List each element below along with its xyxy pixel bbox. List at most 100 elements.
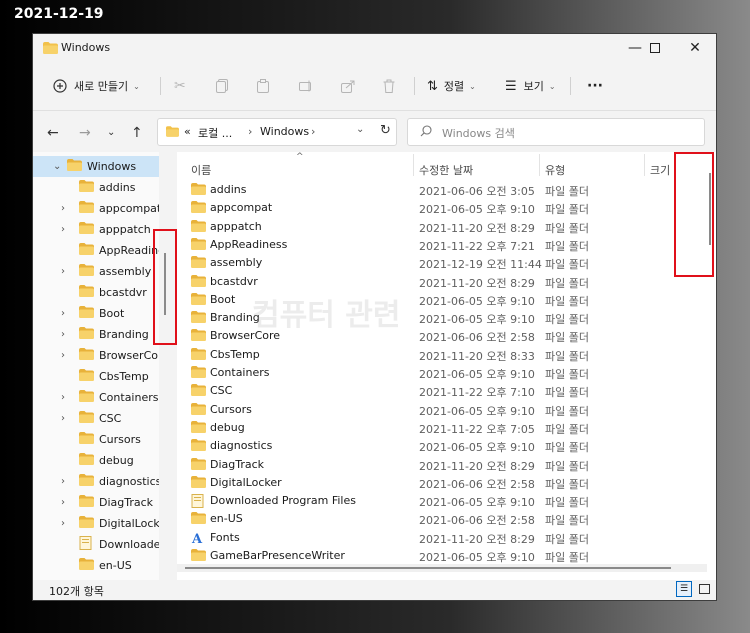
tree-item[interactable]: bcastdvr bbox=[33, 282, 159, 303]
column-header-type[interactable]: 유형 bbox=[545, 162, 565, 178]
tree-item[interactable]: Downloaded bbox=[33, 534, 159, 555]
file-name: apppatch bbox=[210, 219, 262, 233]
tree-item[interactable]: debug bbox=[33, 450, 159, 471]
tree-item[interactable]: › assembly bbox=[33, 261, 159, 282]
tree-item[interactable]: › Containers bbox=[33, 387, 159, 408]
file-row[interactable]: en-US 2021-06-06 오전 2:58 파일 폴더 bbox=[177, 510, 707, 528]
tree-item[interactable]: › DigitalLocker bbox=[33, 513, 159, 534]
folder-icon bbox=[79, 536, 93, 553]
left-pane-scrollbar-thumb[interactable] bbox=[164, 253, 166, 315]
address-overflow-button[interactable]: « bbox=[184, 125, 191, 138]
highlight-box-left-scrollbar bbox=[153, 229, 177, 345]
cut-button[interactable]: ✂ bbox=[174, 75, 186, 97]
recent-locations-chevron-icon[interactable]: ⌄ bbox=[107, 127, 115, 138]
chevron-down-icon[interactable]: ⌄ bbox=[53, 161, 61, 172]
file-row[interactable]: CbsTemp 2021-11-20 오전 8:33 파일 폴더 bbox=[177, 346, 707, 364]
horizontal-scrollbar[interactable] bbox=[177, 564, 707, 572]
address-dropdown-chevron-icon[interactable]: ⌄ bbox=[356, 124, 364, 135]
address-bar[interactable]: « 로컬 ... › Windows › ⌄ ↻ bbox=[157, 118, 397, 146]
file-row[interactable]: Cursors 2021-06-05 오후 9:10 파일 폴더 bbox=[177, 401, 707, 419]
column-divider[interactable] bbox=[644, 154, 645, 176]
file-row[interactable]: debug 2021-11-22 오후 7:05 파일 폴더 bbox=[177, 419, 707, 437]
breadcrumb-local-disk[interactable]: 로컬 ... bbox=[198, 125, 232, 141]
file-row[interactable]: AppReadiness 2021-11-22 오후 7:21 파일 폴더 bbox=[177, 236, 707, 254]
file-type: 파일 폴더 bbox=[545, 368, 589, 381]
chevron-right-icon[interactable]: › bbox=[61, 413, 65, 424]
new-button[interactable]: 새로 만들기 ⌄ bbox=[53, 75, 140, 97]
search-placeholder: Windows 검색 bbox=[442, 127, 515, 140]
file-row[interactable]: DiagTrack 2021-11-20 오전 8:29 파일 폴더 bbox=[177, 456, 707, 474]
file-row[interactable]: diagnostics 2021-06-05 오후 9:10 파일 폴더 bbox=[177, 437, 707, 455]
breadcrumb-chevron-icon: › bbox=[311, 125, 316, 138]
tree-item[interactable]: en-US bbox=[33, 555, 159, 576]
folder-icon bbox=[79, 516, 94, 531]
tree-item[interactable]: CbsTemp bbox=[33, 366, 159, 387]
tree-item[interactable]: › BrowserCore bbox=[33, 345, 159, 366]
search-box[interactable]: Windows 검색 bbox=[407, 118, 705, 146]
file-row[interactable]: Downloaded Program Files 2021-06-05 오후 9:… bbox=[177, 492, 707, 510]
file-row[interactable]: addins 2021-06-06 오전 3:05 파일 폴더 bbox=[177, 181, 707, 199]
file-row[interactable]: Containers 2021-06-05 오후 9:10 파일 폴더 bbox=[177, 364, 707, 382]
tiles-view-button[interactable] bbox=[696, 581, 712, 597]
tree-item[interactable]: › appcompat bbox=[33, 198, 159, 219]
file-name: GameBarPresenceWriter bbox=[210, 549, 345, 562]
back-arrow-icon[interactable]: ← bbox=[47, 125, 59, 141]
sort-button[interactable]: ⇅ 정렬 ⌄ bbox=[427, 75, 476, 97]
tree-item[interactable]: › diagnostics bbox=[33, 471, 159, 492]
file-row[interactable]: A Fonts 2021-11-20 오전 8:29 파일 폴더 bbox=[177, 529, 707, 547]
column-header-date[interactable]: 수정한 날짜 bbox=[419, 162, 473, 178]
view-button[interactable]: ☰ 보기 ⌄ bbox=[505, 75, 556, 97]
file-date: 2021-06-05 오후 9:10 bbox=[419, 294, 535, 308]
file-row[interactable]: DigitalLocker 2021-06-06 오전 2:58 파일 폴더 bbox=[177, 474, 707, 492]
file-date: 2021-06-06 오전 2:58 bbox=[419, 514, 535, 528]
chevron-right-icon[interactable]: › bbox=[61, 224, 65, 235]
chevron-right-icon[interactable]: › bbox=[61, 392, 65, 403]
chevron-right-icon[interactable]: › bbox=[61, 266, 65, 277]
breadcrumb-windows[interactable]: Windows bbox=[260, 125, 309, 138]
tree-item[interactable]: › Boot bbox=[33, 303, 159, 324]
folder-icon bbox=[191, 201, 206, 216]
chevron-right-icon[interactable]: › bbox=[61, 350, 65, 361]
tree-item[interactable]: › Branding bbox=[33, 324, 159, 345]
tree-item[interactable]: addins bbox=[33, 177, 159, 198]
chevron-right-icon[interactable]: › bbox=[61, 203, 65, 214]
tree-item[interactable]: › CSC bbox=[33, 408, 159, 429]
breadcrumb-chevron-icon: › bbox=[248, 125, 253, 138]
horizontal-scrollbar-thumb[interactable] bbox=[185, 567, 671, 569]
file-row[interactable]: bcastdvr 2021-11-20 오전 8:29 파일 폴더 bbox=[177, 273, 707, 291]
maximize-button[interactable] bbox=[635, 34, 675, 62]
delete-button[interactable] bbox=[383, 75, 395, 97]
refresh-icon[interactable]: ↻ bbox=[380, 123, 391, 138]
chevron-right-icon[interactable]: › bbox=[61, 518, 65, 529]
more-options-button[interactable]: ··· bbox=[587, 75, 603, 97]
file-name: debug bbox=[210, 420, 245, 434]
chevron-right-icon[interactable]: › bbox=[61, 308, 65, 319]
paste-button[interactable] bbox=[256, 75, 270, 97]
tree-item[interactable]: ⌄ Windows bbox=[33, 156, 159, 177]
tree-item[interactable]: › apppatch bbox=[33, 219, 159, 240]
folder-icon bbox=[191, 420, 206, 436]
chevron-right-icon[interactable]: › bbox=[61, 476, 65, 487]
tree-item[interactable]: Cursors bbox=[33, 429, 159, 450]
forward-arrow-icon[interactable]: → bbox=[79, 125, 91, 141]
file-row[interactable]: appcompat 2021-06-05 오후 9:10 파일 폴더 bbox=[177, 199, 707, 217]
column-divider[interactable] bbox=[539, 154, 540, 176]
column-header-name[interactable]: 이름 bbox=[191, 162, 211, 178]
up-arrow-icon[interactable]: ↑ bbox=[131, 125, 143, 141]
share-button[interactable] bbox=[341, 75, 355, 97]
chevron-right-icon[interactable]: › bbox=[61, 329, 65, 340]
column-divider[interactable] bbox=[413, 154, 414, 176]
rename-button[interactable] bbox=[299, 75, 313, 97]
file-row[interactable]: GameBarPresenceWriter 2021-06-05 오후 9:10 파… bbox=[177, 547, 707, 565]
close-button[interactable]: ✕ bbox=[675, 34, 715, 62]
copy-button[interactable] bbox=[216, 75, 228, 97]
file-row[interactable]: assembly 2021-12-19 오전 11:44 파일 폴더 bbox=[177, 254, 707, 272]
chevron-right-icon[interactable]: › bbox=[61, 497, 65, 508]
details-view-button[interactable]: ☰ bbox=[676, 581, 692, 597]
file-type: 파일 폴더 bbox=[545, 514, 589, 528]
tree-item[interactable]: › DiagTrack bbox=[33, 492, 159, 513]
file-row[interactable]: apppatch 2021-11-20 오전 8:29 파일 폴더 bbox=[177, 218, 707, 236]
file-row[interactable]: CSC 2021-11-22 오후 7:10 파일 폴더 bbox=[177, 382, 707, 400]
tree-item[interactable]: AppReadiness bbox=[33, 240, 159, 261]
column-header-size[interactable]: 크기 bbox=[650, 162, 670, 178]
